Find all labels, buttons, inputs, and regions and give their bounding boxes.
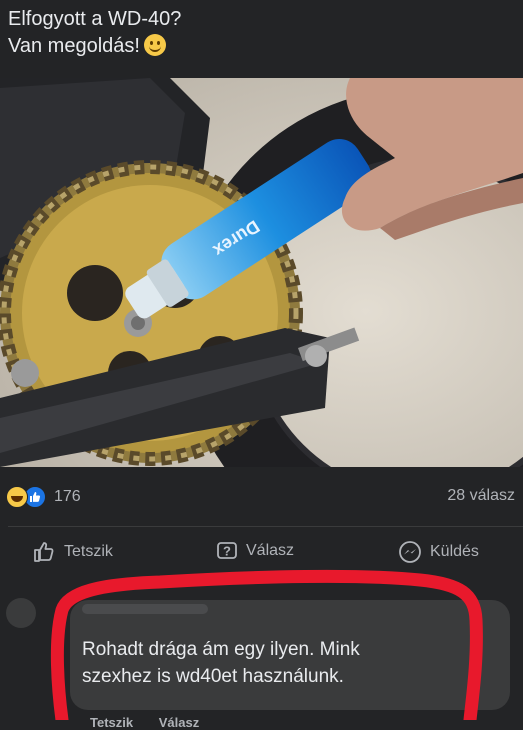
comment-line-1: Rohadt drága ám egy ilyen. Mink [82, 639, 360, 660]
comment-actions: Tetszik Válasz [90, 715, 221, 730]
comment-text: Rohadt drága ám egy ilyen. Mink szexhez … [82, 636, 360, 690]
post-line-1: Elfogyott a WD-40? [8, 8, 182, 30]
avatar[interactable] [6, 598, 36, 628]
like-button[interactable]: Tetszik [32, 540, 113, 564]
comment-reply-button[interactable]: Válasz [159, 715, 199, 730]
divider [8, 526, 523, 527]
svg-text:?: ? [223, 544, 231, 559]
reaction-count: 176 [54, 488, 81, 505]
post-line-2: Van megoldás! [8, 33, 181, 60]
send-button-label: Küldés [430, 543, 479, 560]
reaction-summary[interactable]: 176 [6, 486, 81, 508]
post-actions: Tetszik ? Válasz Küldés [0, 540, 523, 574]
smiling-face-icon [143, 34, 166, 56]
reply-button-label: Válasz [246, 542, 295, 559]
send-button[interactable]: Küldés [398, 540, 479, 564]
motorcycle-chain-image: Durex [0, 78, 523, 467]
comment: Rohadt drága ám egy ilyen. Mink szexhez … [0, 588, 523, 730]
post-text: Elfogyott a WD-40? Van megoldás! [8, 6, 181, 60]
reply-count[interactable]: 28 válasz [447, 487, 515, 505]
comment-author[interactable] [82, 604, 208, 614]
messenger-icon [399, 541, 421, 563]
post-stats: 176 28 válasz [0, 480, 523, 514]
question-mark-icon: ? [217, 542, 237, 559]
comment-line-2: szexhez is wd40et használunk. [82, 666, 344, 687]
post-photo[interactable]: Durex [0, 78, 523, 467]
comment-like-button[interactable]: Tetszik [90, 715, 133, 730]
thumbs-up-icon [34, 542, 54, 562]
haha-reaction-icon [6, 486, 28, 508]
reply-button[interactable]: ? Válasz [216, 540, 294, 562]
like-button-label: Tetszik [64, 543, 113, 560]
